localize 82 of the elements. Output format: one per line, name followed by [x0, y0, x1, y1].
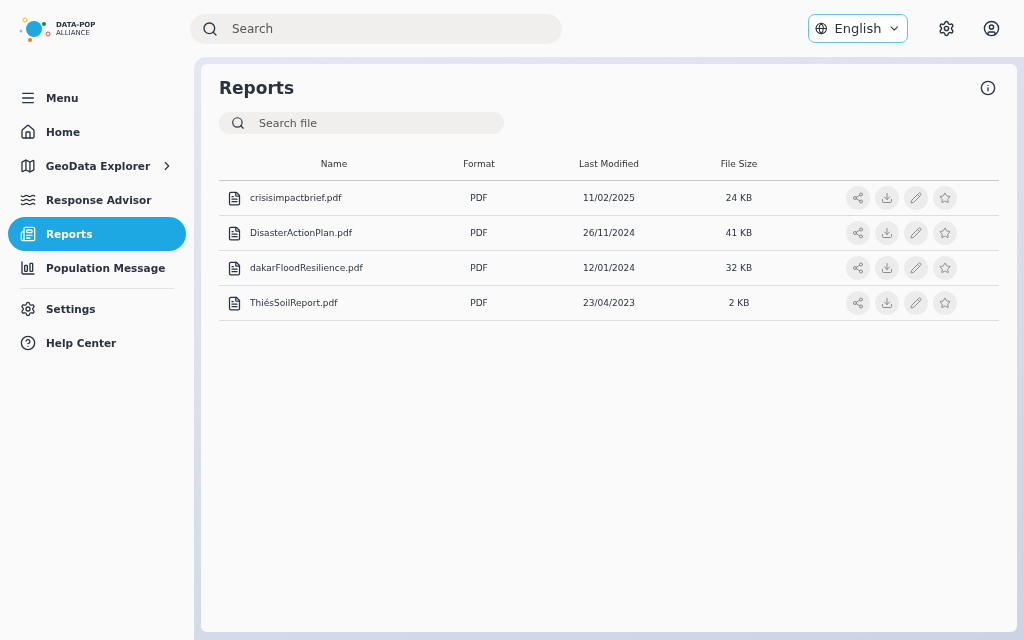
- menu-icon: [20, 90, 36, 106]
- nav-item[interactable]: Help Center: [8, 326, 186, 360]
- table-cell-text: 41 KB: [724, 228, 754, 238]
- star-icon: [939, 192, 951, 204]
- search-icon: [202, 20, 218, 37]
- edit-button[interactable]: [904, 221, 928, 245]
- edit-button[interactable]: [904, 256, 928, 280]
- table-cell-text: 32 KB: [724, 263, 754, 273]
- settings-icon: [20, 301, 36, 317]
- file-icon: [227, 295, 242, 311]
- settings-button[interactable]: [938, 20, 955, 37]
- table-cell-text: PDF: [469, 228, 489, 238]
- pencil-icon: [910, 192, 922, 204]
- pencil-icon: [910, 227, 922, 239]
- table-cell-text: PDF: [469, 193, 489, 203]
- star-icon: [939, 227, 951, 239]
- table-cell-text: 2 KB: [727, 298, 751, 308]
- nav-item[interactable]: Population Message: [8, 251, 186, 285]
- file-name: crisisimpactbrief.pdf: [250, 193, 342, 203]
- file-name: ThiésSoilReport.pdf: [250, 298, 338, 308]
- file-icon: [227, 190, 242, 206]
- column-header: Name: [319, 159, 349, 169]
- edit-button[interactable]: [904, 186, 928, 210]
- star-icon: [939, 297, 951, 309]
- share-icon: [852, 297, 864, 309]
- download-button[interactable]: [875, 186, 899, 210]
- download-icon: [881, 297, 893, 309]
- share-icon: [852, 262, 864, 274]
- home-icon: [20, 124, 36, 140]
- table-cell-text: 24 KB: [724, 193, 754, 203]
- file-search-field[interactable]: Search file: [219, 112, 504, 134]
- info-button[interactable]: [980, 80, 996, 96]
- share-icon: [852, 227, 864, 239]
- download-button[interactable]: [875, 221, 899, 245]
- favorite-button[interactable]: [933, 256, 957, 280]
- column-header: File Size: [719, 159, 759, 169]
- file-search-input[interactable]: Search file: [257, 115, 492, 131]
- table-cell-text: 11/02/2025: [582, 193, 636, 203]
- nav-item[interactable]: Response Advisor: [8, 183, 186, 217]
- table-cell-text: 26/11/2024: [582, 228, 636, 238]
- file-name: DisasterActionPlan.pdf: [250, 228, 352, 238]
- search-input[interactable]: Search: [230, 20, 550, 37]
- column-header: Format: [462, 159, 496, 169]
- download-icon: [881, 192, 893, 204]
- share-button[interactable]: [846, 186, 870, 210]
- favorite-button[interactable]: [933, 221, 957, 245]
- share-button[interactable]: [846, 291, 870, 315]
- account-button[interactable]: [983, 20, 1000, 37]
- column-header: Last Modified: [578, 159, 640, 169]
- nav-item[interactable]: Menu: [8, 81, 186, 115]
- map-icon: [20, 158, 36, 174]
- file-icon: [227, 225, 242, 241]
- table-cell-text: 23/04/2023: [582, 298, 636, 308]
- file-icon: [227, 260, 242, 276]
- pencil-icon: [910, 297, 922, 309]
- nav-item[interactable]: GeoData Explorer: [8, 149, 186, 183]
- nav-item[interactable]: Home: [8, 115, 186, 149]
- download-button[interactable]: [875, 291, 899, 315]
- page-title: Reports: [219, 78, 295, 98]
- share-button[interactable]: [846, 221, 870, 245]
- nav-item[interactable]: Settings: [8, 292, 186, 326]
- star-icon: [939, 262, 951, 274]
- favorite-button[interactable]: [933, 291, 957, 315]
- table-cell-text: 12/01/2024: [582, 263, 636, 273]
- download-button[interactable]: [875, 256, 899, 280]
- search-field[interactable]: Search: [190, 13, 562, 44]
- help-icon: [20, 335, 36, 351]
- download-icon: [881, 227, 893, 239]
- globe-icon: [815, 22, 828, 35]
- file-name: dakarFloodResilience.pdf: [250, 263, 363, 273]
- logo-icon: [18, 15, 52, 42]
- language-dropdown[interactable]: English: [808, 14, 908, 43]
- share-button[interactable]: [846, 256, 870, 280]
- search-icon: [231, 116, 245, 130]
- download-icon: [881, 262, 893, 274]
- share-icon: [852, 192, 864, 204]
- edit-button[interactable]: [904, 291, 928, 315]
- favorite-button[interactable]: [933, 186, 957, 210]
- table-cell-text: PDF: [469, 263, 489, 273]
- pencil-icon: [910, 262, 922, 274]
- table-cell-text: PDF: [469, 298, 489, 308]
- waves-icon: [20, 192, 36, 208]
